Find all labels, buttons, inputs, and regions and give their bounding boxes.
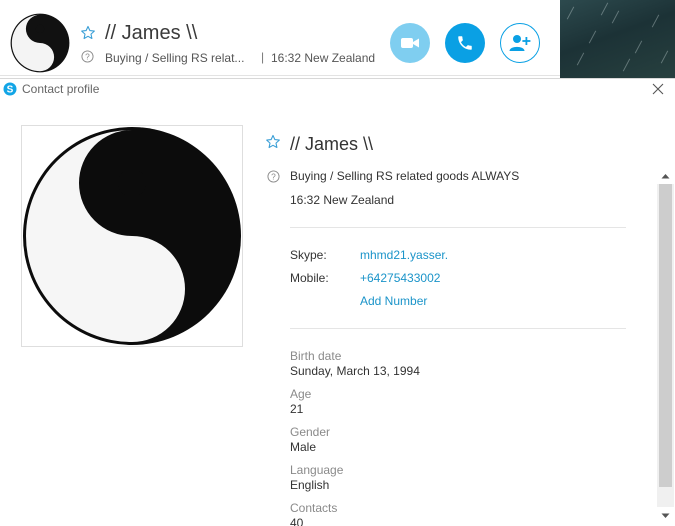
add-to-contacts-button[interactable]	[500, 23, 540, 63]
profile-mood: Buying / Selling RS related goods ALWAYS	[290, 169, 520, 183]
contact-header: // James \\ ? Buying / Selling RS relat.…	[0, 0, 560, 76]
video-camera-icon	[401, 38, 419, 48]
mood-info-icon: ?	[81, 50, 94, 63]
birth-date-label: Birth date	[290, 349, 342, 363]
gender-label: Gender	[290, 425, 331, 439]
mood-info-icon: ?	[267, 170, 280, 183]
contact-profile-dialog: S Contact profile // James \\ ? Buying /…	[0, 78, 675, 526]
yin-yang-avatar	[23, 127, 241, 345]
audio-call-button[interactable]	[445, 23, 485, 63]
separator: |	[261, 50, 265, 64]
mobile-label: Mobile:	[290, 271, 329, 285]
language-label: Language	[290, 463, 344, 477]
dialog-title-bar: S Contact profile	[0, 79, 675, 100]
age-value: 21	[290, 402, 304, 416]
scroll-up-button[interactable]	[657, 167, 674, 184]
profile-name: // James \\	[290, 134, 374, 154]
svg-text:?: ?	[271, 171, 276, 181]
birth-date-value: Sunday, March 13, 1994	[290, 364, 420, 378]
gender-value: Male	[290, 440, 317, 454]
skype-name-link[interactable]: mhmd21.yasser.	[360, 248, 448, 262]
mobile-number-link[interactable]: +64275433002	[360, 271, 440, 285]
chevron-up-icon	[661, 173, 670, 178]
background-image	[560, 0, 675, 78]
local-time: 16:32 New Zealand	[271, 51, 376, 65]
svg-text:S: S	[7, 85, 14, 96]
contacts-value: 40	[290, 516, 304, 526]
phone-icon	[458, 36, 472, 50]
language-value: English	[290, 478, 330, 492]
add-number-link[interactable]: Add Number	[360, 294, 427, 308]
favorite-star-icon[interactable]	[80, 25, 96, 41]
close-icon[interactable]	[651, 82, 665, 96]
chevron-down-icon	[661, 513, 670, 518]
skype-logo-icon: S	[3, 82, 17, 96]
divider	[290, 328, 626, 329]
profile-local-time: 16:32 New Zealand	[290, 193, 395, 207]
favorite-star-icon[interactable]	[265, 134, 281, 150]
svg-text:?: ?	[85, 51, 90, 61]
contact-avatar[interactable]	[10, 13, 70, 73]
skype-label: Skype:	[290, 248, 327, 262]
video-call-button[interactable]	[390, 23, 430, 63]
contacts-label: Contacts	[290, 501, 338, 515]
add-contact-icon	[509, 35, 531, 51]
age-label: Age	[290, 387, 312, 401]
mood-message: Buying / Selling RS relat...	[105, 51, 245, 65]
contact-name: // James \\	[105, 22, 198, 44]
scroll-down-button[interactable]	[657, 507, 674, 524]
profile-picture	[21, 125, 243, 347]
divider	[290, 227, 626, 228]
dialog-title: Contact profile	[22, 82, 100, 96]
scrollbar-thumb[interactable]	[659, 184, 672, 487]
